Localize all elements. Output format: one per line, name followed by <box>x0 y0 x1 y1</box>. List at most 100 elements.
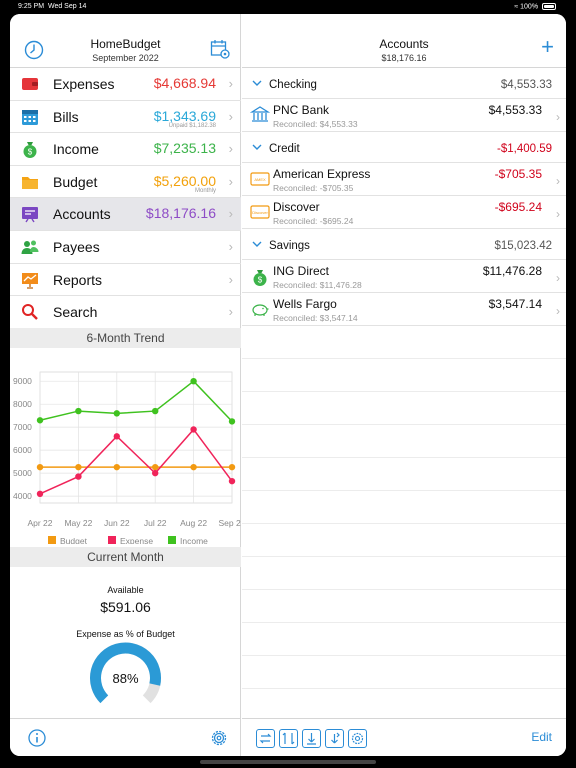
account-name: ING Direct <box>273 264 330 278</box>
series-line-expense <box>39 428 233 495</box>
account-name: Discover <box>273 200 320 214</box>
svg-text:AMEX: AMEX <box>254 177 266 182</box>
account-group-credit[interactable]: Credit -$1,400.59 <box>242 132 566 163</box>
expense-pct-label: Expense as % of Budget <box>76 629 175 639</box>
left-pane: HomeBudget September 2022 Expenses $4,668… <box>10 14 241 756</box>
group-total: $15,023.42 <box>494 240 552 252</box>
left-header: HomeBudget September 2022 <box>10 14 241 68</box>
nav-item-income[interactable]: $ Income $7,235.13 › <box>10 133 241 166</box>
chevron-right-icon: › <box>228 206 233 222</box>
svg-text:$: $ <box>28 148 33 157</box>
y-tick-label: 7000 <box>13 422 32 432</box>
nav-item-label: Income <box>53 141 99 158</box>
data-point-budget <box>36 463 44 471</box>
y-tick-label: 6000 <box>13 445 32 455</box>
group-name: Savings <box>269 240 310 252</box>
chevron-right-icon: › <box>228 141 233 157</box>
nav-item-search[interactable]: Search › <box>10 296 241 329</box>
battery-label: 100% <box>520 3 539 11</box>
group-name: Checking <box>269 79 317 91</box>
battery-icon <box>542 3 556 10</box>
data-point-income <box>75 407 82 415</box>
account-group-checking[interactable]: Checking $4,553.33 <box>242 68 566 99</box>
account-name: PNC Bank <box>273 103 330 117</box>
available-value: $591.06 <box>100 599 151 615</box>
calendar-icon <box>20 107 40 127</box>
account-row-ing-direct[interactable]: $ ING Direct Reconciled: $11,476.28 $11,476… <box>242 260 566 293</box>
account-reconciled: Reconciled: $3,547.14 <box>273 313 358 323</box>
gear-icon[interactable] <box>209 728 229 748</box>
nav-item-label: Bills <box>53 108 79 125</box>
money-bag-icon: $ <box>20 139 40 159</box>
chevron-right-icon: › <box>228 76 233 91</box>
account-group-savings[interactable]: Savings $15,023.42 <box>242 229 566 260</box>
nav-item-label: Search <box>53 304 98 321</box>
nav-item-reports[interactable]: Reports › <box>10 264 241 297</box>
add-account-button[interactable]: + <box>541 36 554 58</box>
transfer-icon[interactable] <box>256 729 275 748</box>
account-row-american-express[interactable]: AMEX American Express Reconciled: -$705.35… <box>242 163 566 196</box>
data-point-expense <box>113 433 121 440</box>
app-title: HomeBudget <box>90 37 161 51</box>
nav-item-label: Reports <box>53 271 103 288</box>
gauge-value: 88% <box>112 671 138 686</box>
account-row-discover[interactable]: Discover Discover Reconciled: -$695.24 -$69… <box>242 196 566 229</box>
status-time: 9:25 PM Wed Sep 14 <box>18 3 87 10</box>
nav-item-amount: $4,668.94 <box>153 75 216 91</box>
account-reconciled: Reconciled: $11,476.28 <box>273 280 362 290</box>
wifi-icon: ≈ <box>514 3 519 11</box>
x-tick-label: May 22 <box>64 518 92 528</box>
calendar-settings-icon[interactable] <box>209 38 231 60</box>
legend-label-budget: Budget <box>60 536 88 544</box>
data-point-expense <box>36 490 44 498</box>
current-month-header: Current Month <box>10 547 241 567</box>
info-icon[interactable] <box>27 728 47 748</box>
credit-card-icon: Discover <box>250 203 270 221</box>
nav-item-amount: $1,343.69 <box>153 107 216 124</box>
account-row-wells-fargo[interactable]: Wells Fargo Reconciled: $3,547.14 $3,547.1… <box>242 293 566 326</box>
wallet-icon <box>20 74 40 94</box>
account-reconciled: Reconciled: $4,553.33 <box>273 119 358 129</box>
nav-item-bills[interactable]: Bills $1,343.69 Unpaid $1,182.38 › <box>10 101 241 134</box>
status-right: ≈ 100% <box>514 3 556 10</box>
people-icon <box>20 237 40 257</box>
reconcile-icon[interactable] <box>279 729 298 748</box>
chevron-right-icon: › <box>556 207 560 221</box>
data-point-expense <box>152 469 159 477</box>
edit-button[interactable]: Edit <box>531 730 552 744</box>
data-point-income <box>228 418 236 425</box>
empty-row <box>242 491 566 524</box>
nav-item-accounts[interactable]: Accounts $18,176.16 › <box>10 198 241 231</box>
home-indicator <box>200 760 376 764</box>
nav-item-payees[interactable]: Payees › <box>10 231 241 264</box>
empty-row <box>242 359 566 392</box>
data-point-budget <box>113 463 121 471</box>
import-icon[interactable] <box>302 729 321 748</box>
account-settings-icon[interactable] <box>348 729 367 748</box>
chevron-right-icon: › <box>228 238 233 254</box>
y-tick-label: 4000 <box>13 491 32 501</box>
folder-icon <box>20 172 40 192</box>
trend-section-header: 6-Month Trend <box>10 328 241 348</box>
data-point-budget <box>228 463 236 471</box>
expense-gauge: 88% <box>90 642 161 704</box>
bank-icon <box>249 106 271 124</box>
accounts-list: Checking $4,553.33 PNC Bank Reconciled: $4,… <box>242 68 566 689</box>
nav-item-budget[interactable]: Budget $5,260.00 Monthly › <box>10 166 241 199</box>
empty-row <box>242 392 566 425</box>
account-row-pnc-bank[interactable]: PNC Bank Reconciled: $4,553.33 $4,553.33 › <box>242 99 566 132</box>
x-tick-label: Jun 22 <box>104 518 130 528</box>
account-amount: $11,476.28 <box>482 264 542 278</box>
data-point-income <box>152 407 159 415</box>
app-window: HomeBudget September 2022 Expenses $4,668… <box>10 14 566 756</box>
account-name: Wells Fargo <box>273 297 337 311</box>
nav-item-expenses[interactable]: Expenses $4,668.94 › <box>10 68 241 101</box>
legend-label-expense: Expense <box>120 536 153 544</box>
empty-row <box>242 425 566 458</box>
nav-item-amount: $18,176.16 <box>145 205 216 222</box>
sync-icon[interactable] <box>325 729 344 748</box>
left-footer <box>10 718 241 756</box>
period-label: September 2022 <box>92 53 159 63</box>
accounts-icon <box>20 204 40 224</box>
trend-chart: 4000 5000 6000 7000 8000 9000 Apr 22 May 22 Jun … <box>13 371 241 544</box>
